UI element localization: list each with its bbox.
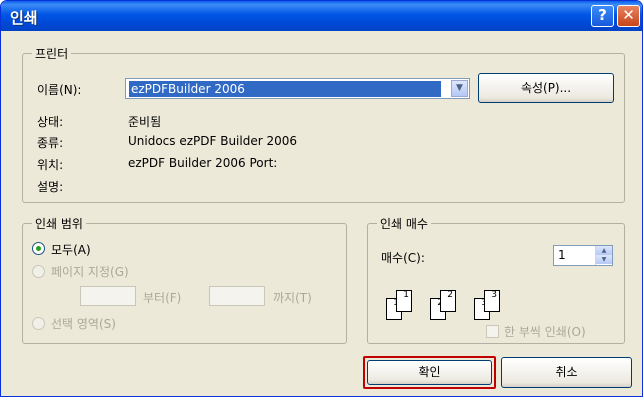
page-from-field[interactable] [80,286,136,306]
page-from-label: 부터(F) [143,291,182,305]
collate-page: 2 [440,290,456,312]
cancel-button[interactable]: 취소 [501,357,632,388]
printer-name-select[interactable]: ezPDFBuilder 2006 ▼ [125,78,470,99]
stepper-up-icon[interactable]: ▲ [596,246,612,255]
copies-stepper[interactable]: 1 ▲ ▼ [553,245,613,266]
chevron-down-icon[interactable]: ▼ [451,80,468,97]
print-dialog: 인쇄 ? ✕ 프린터 이름(N): ezPDFBuilder 2006 ▼ 속성… [0,0,643,397]
title-bar[interactable]: 인쇄 ? ✕ [1,1,642,31]
radio-selection[interactable] [32,317,45,330]
radio-selection-label[interactable]: 선택 영역(S) [51,315,116,332]
print-range-label: 인쇄 범위 [32,215,86,232]
copies-count-label: 매수(C): [381,251,425,265]
printer-group-label: 프린터 [32,45,72,62]
radio-pages-label[interactable]: 페이지 지정(G) [51,263,129,280]
collate-page: 1 [396,290,412,312]
printer-name-label: 이름(N): [37,83,82,97]
window-title: 인쇄 [10,9,38,27]
radio-pages[interactable] [32,265,45,278]
comment-label: 설명: [37,180,64,194]
radio-all[interactable] [32,242,45,255]
type-value: Unidocs ezPDF Builder 2006 [128,134,298,148]
status-label: 상태: [37,115,64,129]
printer-name-value: ezPDFBuilder 2006 [129,81,441,97]
ok-button[interactable]: 확인 [367,360,492,385]
page-to-field[interactable] [209,286,265,306]
copies-value: 1 [558,248,566,262]
help-icon[interactable]: ? [591,5,614,27]
page-to-label: 까지(T) [273,291,312,305]
radio-all-label[interactable]: 모두(A) [51,241,91,258]
copies-group-label: 인쇄 매수 [377,215,431,232]
collate-checkbox[interactable] [486,325,499,338]
status-value: 준비됨 [128,115,162,129]
type-label: 종류: [37,136,64,150]
where-label: 위치: [37,158,64,172]
collate-label[interactable]: 한 부씩 인쇄(O) [504,323,586,340]
where-value: ezPDF Builder 2006 Port: [128,156,278,170]
properties-button[interactable]: 속성(P)... [478,73,614,103]
close-icon[interactable]: ✕ [617,5,640,27]
collate-page: 3 [484,290,500,312]
stepper-buttons: ▲ ▼ [595,246,612,265]
stepper-down-icon[interactable]: ▼ [596,255,612,264]
